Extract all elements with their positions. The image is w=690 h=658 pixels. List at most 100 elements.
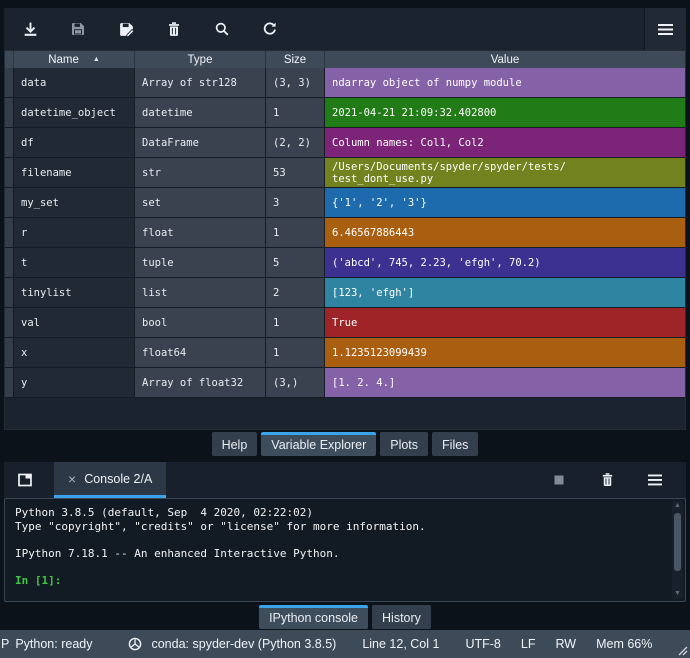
remove-all-variables-button[interactable] <box>158 13 190 45</box>
scrollbar-thumb[interactable] <box>674 513 681 571</box>
variable-value-cell[interactable]: ('abcd', 745, 2.23, 'efgh', 70.2) <box>325 248 685 277</box>
console-tab[interactable]: × Console 2/A <box>54 462 166 498</box>
save-data-button[interactable] <box>62 13 94 45</box>
resize-grip[interactable] <box>676 644 688 656</box>
row-vertical-header[interactable] <box>5 128 14 157</box>
tab[interactable]: History <box>372 605 431 629</box>
scroll-down-icon[interactable]: ▼ <box>672 589 683 599</box>
variable-size-cell[interactable]: 53 <box>266 158 325 187</box>
tab[interactable]: Variable Explorer <box>261 432 376 456</box>
conda-environment-status[interactable]: conda: spyder-dev (Python 3.8.5) <box>151 637 336 651</box>
table-row[interactable]: y Array of float32 (3,) [1. 2. 4.] <box>5 368 685 398</box>
row-vertical-header[interactable] <box>5 68 14 97</box>
variable-type-cell[interactable]: tuple <box>135 248 266 277</box>
remove-all-variables-console-button[interactable] <box>596 469 618 491</box>
stop-button[interactable] <box>548 469 570 491</box>
variable-size-cell[interactable]: (3,) <box>266 368 325 397</box>
variable-size-cell[interactable]: 1 <box>266 338 325 367</box>
column-header-type[interactable]: Type <box>135 51 266 68</box>
row-vertical-header[interactable] <box>5 308 14 337</box>
variable-type-cell[interactable]: Array of float32 <box>135 368 266 397</box>
console-options-button[interactable] <box>644 469 666 491</box>
variable-name-cell[interactable]: y <box>14 368 135 397</box>
table-row[interactable]: val bool 1 True <box>5 308 685 338</box>
variable-name-cell[interactable]: filename <box>14 158 135 187</box>
refresh-button[interactable] <box>254 13 286 45</box>
console-scrollbar[interactable]: ▲ ▼ <box>672 501 683 599</box>
table-row[interactable]: r float 1 6.46567886443 <box>5 218 685 248</box>
variable-value-cell[interactable]: [123, 'efgh'] <box>325 278 685 307</box>
variable-type-cell[interactable]: DataFrame <box>135 128 266 157</box>
variable-value-cell[interactable]: [1. 2. 4.] <box>325 368 685 397</box>
console-output-line: IPython 7.18.1 -- An enhanced Interactiv… <box>15 547 683 561</box>
table-row[interactable]: x float64 1 1.1235123099439 <box>5 338 685 368</box>
row-vertical-header[interactable] <box>5 218 14 247</box>
variable-type: float <box>142 227 174 239</box>
tab[interactable]: IPython console <box>259 605 368 629</box>
row-vertical-header[interactable] <box>5 368 14 397</box>
variable-type-cell[interactable]: float <box>135 218 266 247</box>
variable-explorer-options-button[interactable] <box>644 8 686 50</box>
variable-type-cell[interactable]: float64 <box>135 338 266 367</box>
variable-size-cell[interactable]: 1 <box>266 218 325 247</box>
tab[interactable]: Help <box>212 432 258 456</box>
table-row[interactable]: data Array of str128 (3, 3) ndarray obje… <box>5 68 685 98</box>
variable-name-cell[interactable]: data <box>14 68 135 97</box>
variable-size-cell[interactable]: (3, 3) <box>266 68 325 97</box>
tab[interactable]: Plots <box>380 432 428 456</box>
variable-value-cell[interactable]: 2021-04-21 21:09:32.402800 <box>325 98 685 127</box>
variable-value-cell[interactable]: ndarray object of numpy module <box>325 68 685 97</box>
column-header-label: Size <box>284 54 306 66</box>
variable-type-cell[interactable]: set <box>135 188 266 217</box>
variable-size-cell[interactable]: (2, 2) <box>266 128 325 157</box>
variable-type-cell[interactable]: datetime <box>135 98 266 127</box>
variable-size-cell[interactable]: 5 <box>266 248 325 277</box>
variable-type-cell[interactable]: list <box>135 278 266 307</box>
variable-name-cell[interactable]: val <box>14 308 135 337</box>
variable-name-cell[interactable]: df <box>14 128 135 157</box>
row-vertical-header[interactable] <box>5 188 14 217</box>
column-header-value[interactable]: Value <box>325 51 685 68</box>
save-data-as-button[interactable] <box>110 13 142 45</box>
row-vertical-header[interactable] <box>5 278 14 307</box>
variable-type-cell[interactable]: bool <box>135 308 266 337</box>
variable-size-cell[interactable]: 2 <box>266 278 325 307</box>
table-row[interactable]: df DataFrame (2, 2) Column names: Col1, … <box>5 128 685 158</box>
variable-name-cell[interactable]: datetime_object <box>14 98 135 127</box>
variable-value-cell[interactable]: {'1', '2', '3'} <box>325 188 685 217</box>
row-vertical-header[interactable] <box>5 338 14 367</box>
row-vertical-header[interactable] <box>5 98 14 127</box>
variable-name-cell[interactable]: r <box>14 218 135 247</box>
variable-name-cell[interactable]: x <box>14 338 135 367</box>
variable-value-cell[interactable]: 6.46567886443 <box>325 218 685 247</box>
browse-tabs-button[interactable] <box>10 465 40 495</box>
variable-name-cell[interactable]: tinylist <box>14 278 135 307</box>
variable-value-cell[interactable]: True <box>325 308 685 337</box>
search-button[interactable] <box>206 13 238 45</box>
close-icon[interactable]: × <box>68 473 76 485</box>
column-header-size[interactable]: Size <box>266 51 325 68</box>
console-prompt[interactable]: In [1]: <box>15 574 683 588</box>
variable-name-cell[interactable]: t <box>14 248 135 277</box>
tab[interactable]: Files <box>432 432 478 456</box>
table-row[interactable]: datetime_object datetime 1 2021-04-21 21… <box>5 98 685 128</box>
scroll-up-icon[interactable]: ▲ <box>672 501 683 511</box>
table-row[interactable]: t tuple 5 ('abcd', 745, 2.23, 'efgh', 70… <box>5 248 685 278</box>
variable-value-cell[interactable]: Column names: Col1, Col2 <box>325 128 685 157</box>
row-vertical-header[interactable] <box>5 158 14 187</box>
table-row[interactable]: my_set set 3 {'1', '2', '3'} <box>5 188 685 218</box>
variable-size-cell[interactable]: 3 <box>266 188 325 217</box>
console-output[interactable]: Python 3.8.5 (default, Sep 4 2020, 02:22… <box>4 498 686 602</box>
import-data-button[interactable] <box>14 13 46 45</box>
variable-name-cell[interactable]: my_set <box>14 188 135 217</box>
variable-value-cell[interactable]: /Users/Documents/spyder/spyder/tests/ te… <box>325 158 685 187</box>
table-row[interactable]: tinylist list 2 [123, 'efgh'] <box>5 278 685 308</box>
variable-type-cell[interactable]: Array of str128 <box>135 68 266 97</box>
table-row[interactable]: filename str 53 /Users/Documents/spyder/… <box>5 158 685 188</box>
row-vertical-header[interactable] <box>5 248 14 277</box>
variable-value-cell[interactable]: 1.1235123099439 <box>325 338 685 367</box>
column-header-name[interactable]: Name ▲ <box>14 51 135 68</box>
variable-size-cell[interactable]: 1 <box>266 98 325 127</box>
variable-type-cell[interactable]: str <box>135 158 266 187</box>
variable-size-cell[interactable]: 1 <box>266 308 325 337</box>
